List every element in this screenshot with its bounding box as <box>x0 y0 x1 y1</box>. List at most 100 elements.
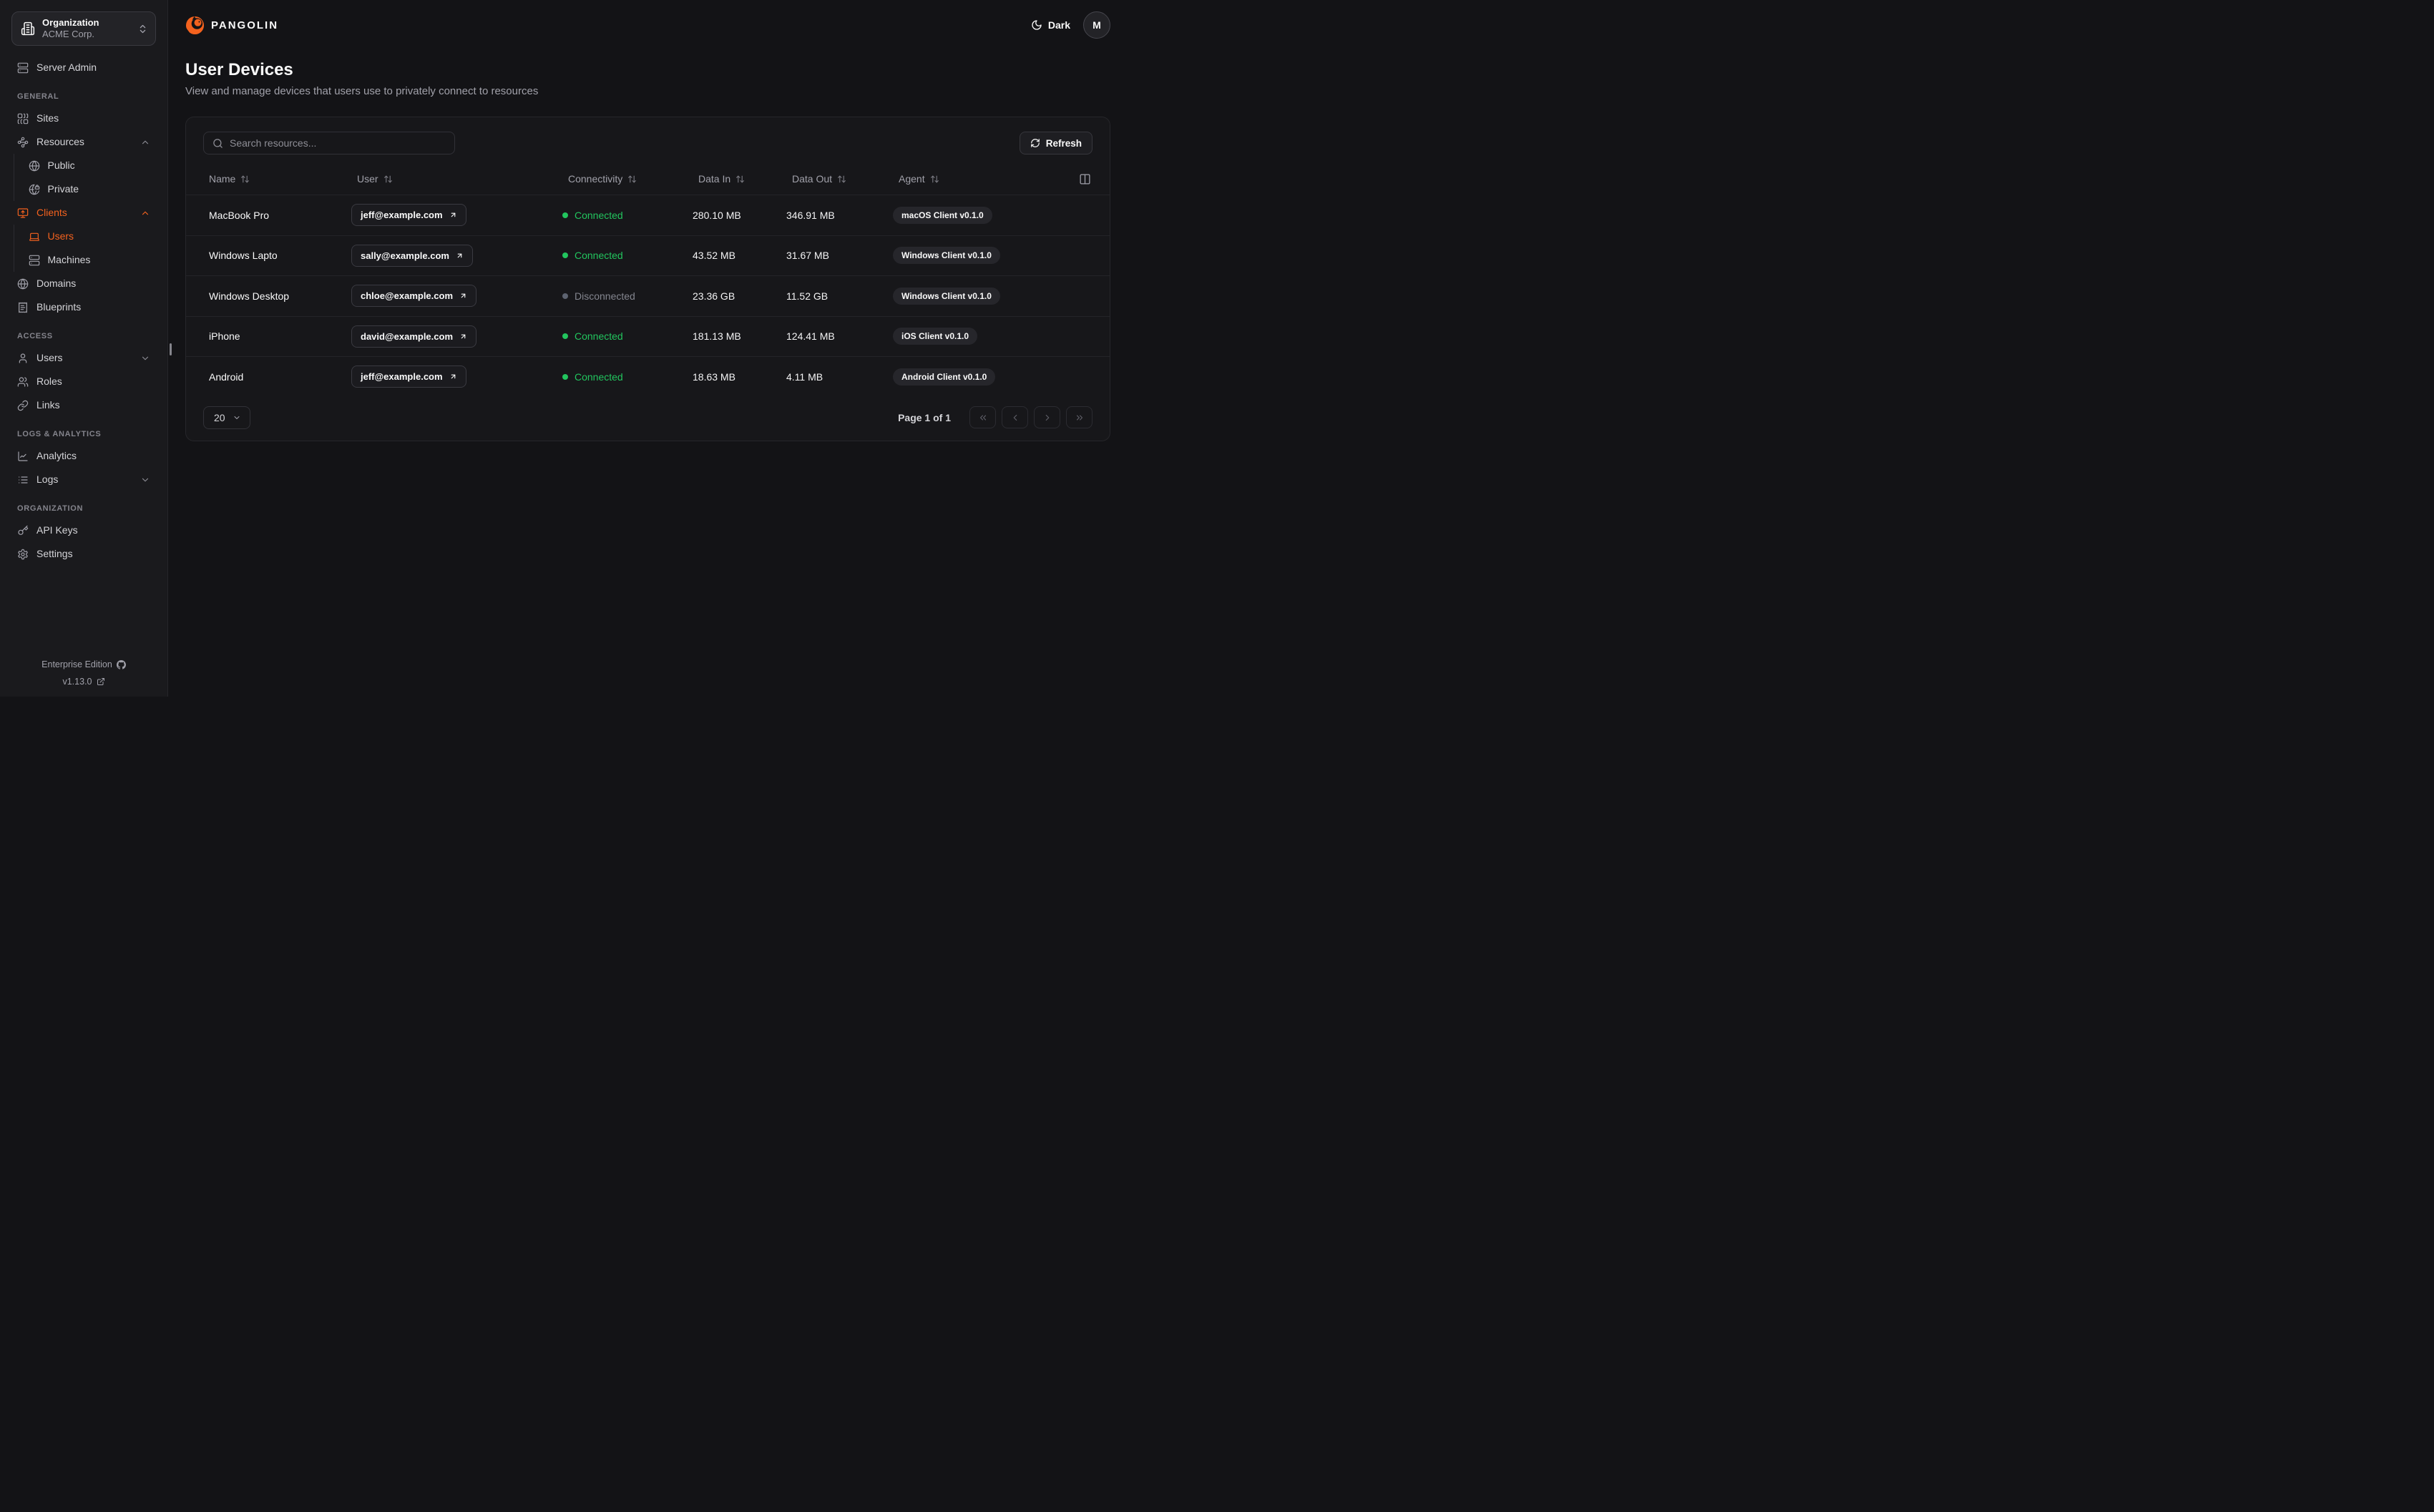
key-icon <box>17 525 29 536</box>
sidebar-item-sites[interactable]: Sites <box>11 107 156 130</box>
arrow-up-right-icon <box>456 252 464 260</box>
sidebar-item-label: Machines <box>47 254 91 265</box>
data-out-value: 346.91 MB <box>786 209 835 221</box>
list-icon <box>17 474 29 486</box>
sidebar-item-users[interactable]: Users <box>11 346 156 370</box>
sidebar-scrollbar-thumb[interactable] <box>170 343 172 355</box>
status-dot <box>562 212 568 218</box>
column-header-user[interactable]: User <box>351 173 562 185</box>
avatar-initial: M <box>1093 19 1101 31</box>
search-input[interactable] <box>230 137 446 149</box>
sidebar-item-logs[interactable]: Logs <box>11 468 156 491</box>
monitor-up-icon <box>17 207 29 219</box>
brand[interactable]: PANGOLIN <box>185 16 278 35</box>
sidebar-item-settings[interactable]: Settings <box>11 542 156 566</box>
device-name: Windows Desktop <box>209 290 290 302</box>
column-header-agent[interactable]: Agent <box>893 173 1064 185</box>
sidebar-item-label: Clients <box>36 207 67 218</box>
status-label: Disconnected <box>575 290 635 302</box>
data-out-value: 4.11 MB <box>786 370 823 383</box>
organization-selector[interactable]: Organization ACME Corp. <box>11 11 156 46</box>
column-header-data-in[interactable]: Data In <box>693 173 786 185</box>
github-icon[interactable] <box>116 659 126 669</box>
column-header-name[interactable]: Name <box>203 173 351 185</box>
page-info: Page 1 of 1 <box>898 411 951 423</box>
link-icon <box>17 400 29 411</box>
sidebar-item-analytics[interactable]: Analytics <box>11 444 156 468</box>
user-link-button[interactable]: david@example.com <box>351 325 477 348</box>
prev-page-button[interactable] <box>1002 406 1028 428</box>
search-icon <box>212 138 223 149</box>
globe-icon <box>29 160 40 172</box>
refresh-button[interactable]: Refresh <box>1019 132 1093 154</box>
device-name: MacBook Pro <box>209 209 270 221</box>
gear-icon <box>17 549 29 560</box>
chevron-up-icon <box>140 137 150 147</box>
avatar[interactable]: M <box>1083 11 1110 39</box>
edition-label: Enterprise Edition <box>41 659 112 669</box>
sort-icon <box>837 175 846 184</box>
users-icon <box>17 376 29 388</box>
sidebar-item-label: Settings <box>36 548 73 559</box>
sidebar-item-label: Domains <box>36 278 77 289</box>
status-label: Connected <box>575 250 623 262</box>
organization-label: Organization <box>42 17 99 28</box>
status-label: Connected <box>575 330 623 343</box>
sidebar-item-clients[interactable]: Clients <box>11 201 156 225</box>
user-link-button[interactable]: jeff@example.com <box>351 365 466 388</box>
user-email: sally@example.com <box>361 250 449 261</box>
sidebar-item-blueprints[interactable]: Blueprints <box>11 295 156 319</box>
next-page-button[interactable] <box>1034 406 1060 428</box>
sort-icon <box>627 175 637 184</box>
external-link-icon[interactable] <box>97 677 105 686</box>
app-root: Organization ACME Corp. Server Admin GEN… <box>0 0 1122 697</box>
sidebar: Organization ACME Corp. Server Admin GEN… <box>0 0 168 697</box>
arrow-up-right-icon <box>459 292 467 300</box>
refresh-icon <box>1030 138 1040 148</box>
user-link-button[interactable]: sally@example.com <box>351 244 473 267</box>
sidebar-item-label: Users <box>36 352 63 363</box>
sidebar-item-api-keys[interactable]: API Keys <box>11 519 156 542</box>
arrow-up-right-icon <box>449 373 457 381</box>
device-name: Android <box>209 370 244 383</box>
sidebar-item-label: Users <box>47 230 74 242</box>
column-settings-button[interactable] <box>1079 173 1091 185</box>
sidebar-item-domains[interactable]: Domains <box>11 272 156 295</box>
column-header-connectivity[interactable]: Connectivity <box>562 173 693 185</box>
chevron-down-icon <box>233 413 241 422</box>
sidebar-item-roles[interactable]: Roles <box>11 370 156 393</box>
last-page-button[interactable] <box>1066 406 1093 428</box>
sidebar-item-machines[interactable]: Machines <box>14 248 157 272</box>
user-link-button[interactable]: chloe@example.com <box>351 285 477 308</box>
page-title: User Devices <box>185 60 293 79</box>
laptop-icon <box>29 231 40 242</box>
card-footer: 20 Page 1 of 1 <box>186 406 1110 429</box>
table-body: MacBook Pro jeff@example.com Connected 2… <box>186 195 1110 397</box>
section-label-logs-analytics: LOGS & ANALYTICS <box>17 430 102 438</box>
user-email: chloe@example.com <box>361 290 454 302</box>
user-email: david@example.com <box>361 330 454 342</box>
user-link-button[interactable]: jeff@example.com <box>351 204 466 227</box>
sidebar-item-private[interactable]: Private <box>14 177 157 201</box>
sidebar-item-label: Server Admin <box>36 62 97 73</box>
page-head: User Devices View and manage devices tha… <box>185 60 1110 97</box>
sidebar-item-clients-users[interactable]: Users <box>14 225 157 248</box>
organization-value: ACME Corp. <box>42 29 94 39</box>
section-label-general: GENERAL <box>17 92 59 101</box>
sidebar-item-label: Public <box>47 159 75 171</box>
theme-toggle[interactable]: Dark <box>1031 19 1070 31</box>
column-header-data-out[interactable]: Data Out <box>786 173 893 185</box>
refresh-label: Refresh <box>1045 137 1082 149</box>
sidebar-item-resources[interactable]: Resources <box>11 130 156 154</box>
pagination: Page 1 of 1 <box>898 406 1093 428</box>
section-label-organization: ORGANIZATION <box>17 504 84 513</box>
status-label: Connected <box>575 209 623 221</box>
first-page-button[interactable] <box>969 406 996 428</box>
sidebar-item-server-admin[interactable]: Server Admin <box>11 56 156 79</box>
sidebar-item-links[interactable]: Links <box>11 393 156 417</box>
chart-line-icon <box>17 451 29 462</box>
data-out-value: 124.41 MB <box>786 330 835 343</box>
page-size-value: 20 <box>214 411 225 423</box>
page-size-select[interactable]: 20 <box>203 406 250 429</box>
sidebar-item-public[interactable]: Public <box>14 154 157 177</box>
